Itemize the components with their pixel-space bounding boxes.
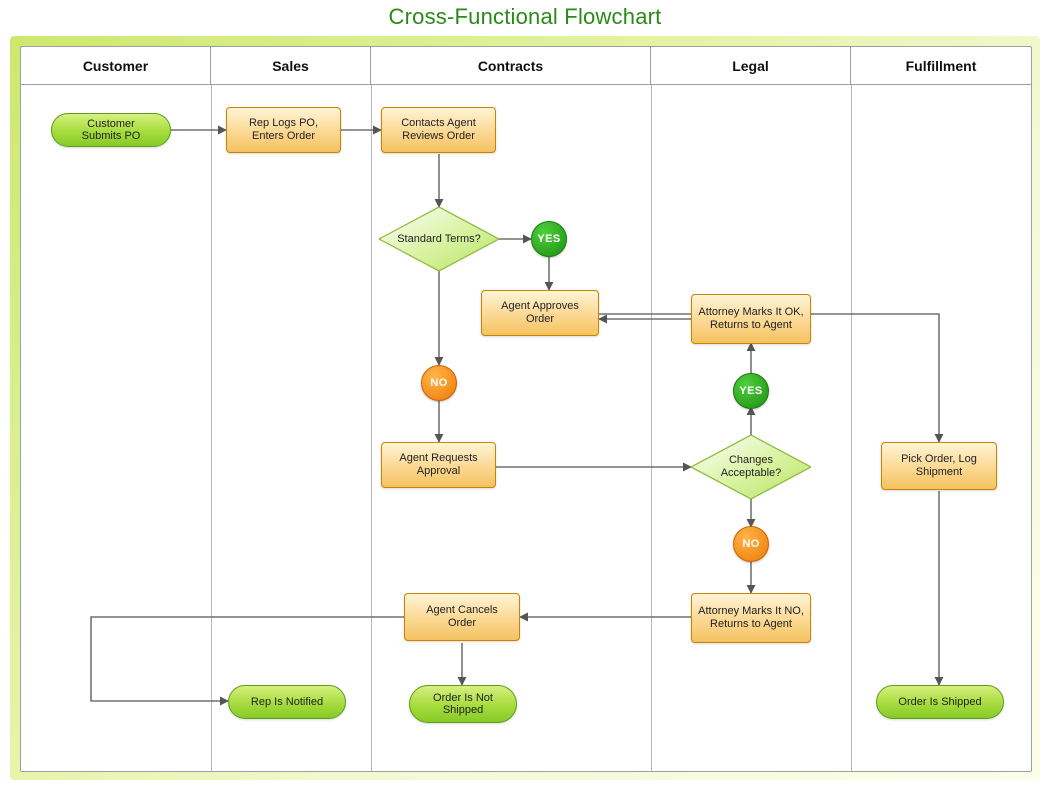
swimlane-container: Customer Sales Contracts Legal Fulfillme… xyxy=(20,46,1032,772)
lane-divider xyxy=(651,85,652,771)
shape-label: Agent Approves Order xyxy=(488,300,592,326)
lane-divider xyxy=(371,85,372,771)
shape-label: Order Is Shipped xyxy=(898,696,981,708)
process-pick-order: Pick Order, Log Shipment xyxy=(881,442,997,490)
badge-no: NO xyxy=(733,526,769,562)
diagram-title: Cross-Functional Flowchart xyxy=(0,4,1050,30)
process-agent-requests-approval: Agent Requests Approval xyxy=(381,442,496,488)
process-agent-reviews-order: Contacts Agent Reviews Order xyxy=(381,107,496,153)
lane-header-customer: Customer xyxy=(21,47,211,85)
shape-label: Pick Order, Log Shipment xyxy=(888,453,990,479)
shape-label: Customer Submits PO xyxy=(66,118,156,142)
lane-divider xyxy=(211,85,212,771)
terminator-order-shipped: Order Is Shipped xyxy=(876,685,1004,719)
process-agent-approves-order: Agent Approves Order xyxy=(481,290,599,336)
shape-label: Rep Is Notified xyxy=(251,696,323,708)
process-agent-cancels-order: Agent Cancels Order xyxy=(404,593,520,641)
lane-divider xyxy=(851,85,852,771)
lane-header-contracts: Contracts xyxy=(371,47,651,85)
badge-no: NO xyxy=(421,365,457,401)
shape-label: Order Is Not Shipped xyxy=(424,692,502,716)
process-attorney-ok: Attorney Marks It OK, Returns to Agent xyxy=(691,294,811,344)
badge-yes: YES xyxy=(733,373,769,409)
shape-label: Attorney Marks It OK, Returns to Agent xyxy=(698,306,804,332)
process-attorney-no: Attorney Marks It NO, Returns to Agent xyxy=(691,593,811,643)
diagram-stage: Cross-Functional Flowchart Customer Sale… xyxy=(0,0,1050,790)
shape-label: Changes Acceptable? xyxy=(691,454,811,480)
process-rep-logs-po: Rep Logs PO, Enters Order xyxy=(226,107,341,153)
shape-label: Contacts Agent Reviews Order xyxy=(388,117,489,143)
lane-header-sales: Sales xyxy=(211,47,371,85)
lane-header-legal: Legal xyxy=(651,47,851,85)
shape-label: Rep Logs PO, Enters Order xyxy=(233,117,334,143)
shape-label: Agent Cancels Order xyxy=(411,604,513,630)
terminator-rep-notified: Rep Is Notified xyxy=(228,685,346,719)
lane-header-fulfillment: Fulfillment xyxy=(851,47,1031,85)
terminator-order-not-shipped: Order Is Not Shipped xyxy=(409,685,517,723)
shape-label: Attorney Marks It NO, Returns to Agent xyxy=(698,605,804,631)
badge-yes: YES xyxy=(531,221,567,257)
shape-label: Standard Terms? xyxy=(387,233,491,246)
connectors-layer xyxy=(21,47,1031,771)
terminator-customer-submits-po: Customer Submits PO xyxy=(51,113,171,147)
shape-label: Agent Requests Approval xyxy=(388,452,489,478)
